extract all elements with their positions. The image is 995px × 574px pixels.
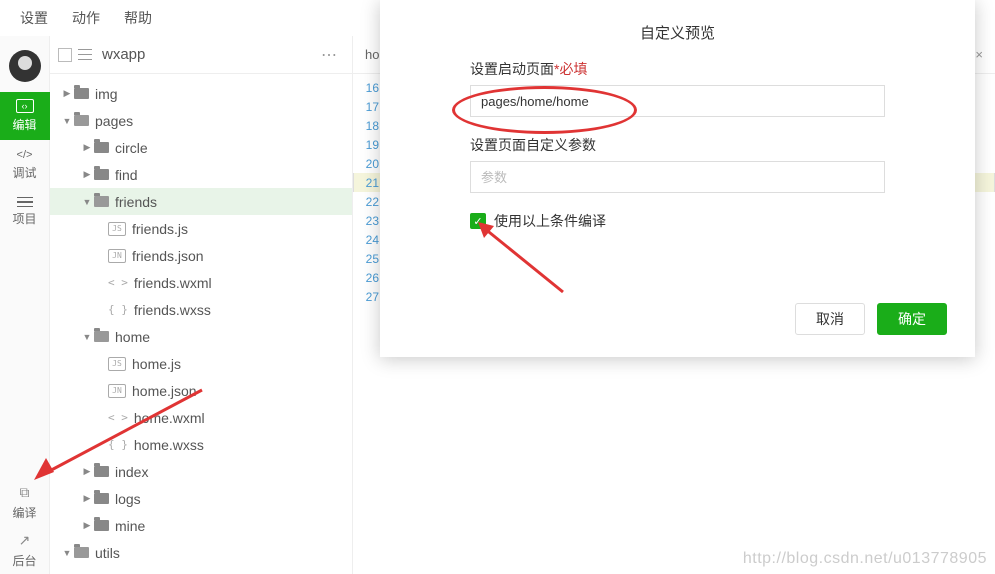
tree-file[interactable]: { }home.wxss — [50, 431, 352, 458]
sidebar-backend[interactable]: ↗ 后台 — [0, 526, 50, 574]
file-panel: wxapp ⋯ ▶img ▼pages ▶circle ▶find ▼frien… — [50, 36, 353, 574]
square-icon[interactable] — [58, 48, 72, 62]
tab-name: ho — [365, 47, 379, 62]
tree-folder-img[interactable]: ▶img — [50, 80, 352, 107]
project-name: wxapp — [98, 46, 309, 63]
tree-folder-find[interactable]: ▶find — [50, 161, 352, 188]
backend-icon: ↗ — [19, 532, 31, 549]
params-input[interactable] — [470, 161, 885, 193]
file-header: wxapp ⋯ — [50, 36, 352, 74]
debug-icon — [17, 147, 33, 161]
menu-actions[interactable]: 动作 — [72, 8, 100, 28]
dialog-title: 自定义预览 — [380, 0, 975, 59]
folder-icon — [94, 466, 109, 477]
js-icon: JS — [108, 222, 126, 236]
code-icon: ‹› — [16, 99, 34, 113]
wxss-icon: { } — [108, 438, 128, 451]
sidebar-edit[interactable]: ‹› 编辑 — [0, 92, 50, 140]
lines-icon — [17, 197, 33, 208]
wxml-icon: < > — [108, 411, 128, 424]
sidebar-compile[interactable]: ⧉ 编译 — [0, 478, 50, 526]
tree-folder-index[interactable]: ▶index — [50, 458, 352, 485]
folder-icon — [94, 493, 109, 504]
tree-folder-utils[interactable]: ▼utils — [50, 539, 352, 566]
file-tree: ▶img ▼pages ▶circle ▶find ▼friends JSfri… — [50, 74, 352, 574]
js-icon: JS — [108, 357, 126, 371]
tree-file[interactable]: JNfriends.json — [50, 242, 352, 269]
params-label: 设置页面自定义参数 — [470, 135, 885, 155]
start-page-label: 设置启动页面*必填 — [470, 59, 885, 79]
cancel-button[interactable]: 取消 — [795, 303, 865, 335]
sidebar-label: 调试 — [12, 164, 36, 181]
sidebar-project[interactable]: 项目 — [0, 188, 50, 236]
menu-help[interactable]: 帮助 — [124, 8, 152, 28]
confirm-button[interactable]: 确定 — [877, 303, 947, 335]
tree-file[interactable]: < >home.wxml — [50, 404, 352, 431]
tree-folder-friends[interactable]: ▼friends — [50, 188, 352, 215]
checkbox-checked-icon: ✓ — [470, 213, 486, 229]
checkbox-label: 使用以上条件编译 — [494, 211, 606, 231]
folder-icon — [74, 547, 89, 558]
wxss-icon: { } — [108, 303, 128, 316]
sidebar-label: 后台 — [12, 552, 36, 569]
tree-folder-mine[interactable]: ▶mine — [50, 512, 352, 539]
folder-icon — [94, 331, 109, 342]
sidebar-label: 编辑 — [12, 116, 36, 133]
start-page-input[interactable] — [470, 85, 885, 117]
folder-icon — [94, 520, 109, 531]
json-icon: JN — [108, 384, 126, 398]
folder-icon — [94, 142, 109, 153]
compile-checkbox-row[interactable]: ✓ 使用以上条件编译 — [470, 211, 885, 231]
avatar[interactable] — [9, 50, 41, 82]
menu-settings[interactable]: 设置 — [20, 8, 48, 28]
tree-file[interactable]: JSfriends.js — [50, 215, 352, 242]
json-icon: JN — [108, 249, 126, 263]
left-sidebar: ‹› 编辑 调试 项目 ⧉ 编译 ↗ 后台 — [0, 36, 50, 574]
close-icon[interactable]: × — [975, 47, 983, 62]
tree-folder-circle[interactable]: ▶circle — [50, 134, 352, 161]
sidebar-label: 编译 — [12, 504, 36, 521]
tree-folder-home[interactable]: ▼home — [50, 323, 352, 350]
tree-file[interactable]: JShome.js — [50, 350, 352, 377]
tree-file[interactable]: { }friends.wxss — [50, 296, 352, 323]
sidebar-debug[interactable]: 调试 — [0, 140, 50, 188]
folder-icon — [74, 115, 89, 126]
folder-icon — [74, 88, 89, 99]
watermark: http://blog.csdn.net/u013778905 — [743, 550, 987, 568]
more-icon[interactable]: ⋯ — [315, 45, 344, 65]
tree-file[interactable]: JNhome.json — [50, 377, 352, 404]
custom-preview-dialog: 自定义预览 设置启动页面*必填 设置页面自定义参数 ✓ 使用以上条件编译 取消 … — [380, 0, 975, 357]
compile-icon: ⧉ — [20, 484, 30, 501]
tree-folder-logs[interactable]: ▶logs — [50, 485, 352, 512]
sidebar-label: 项目 — [12, 210, 36, 227]
tree-icon[interactable] — [78, 48, 92, 62]
folder-icon — [94, 169, 109, 180]
folder-icon — [94, 196, 109, 207]
wxml-icon: < > — [108, 276, 128, 289]
tree-file[interactable]: < >friends.wxml — [50, 269, 352, 296]
tree-folder-pages[interactable]: ▼pages — [50, 107, 352, 134]
